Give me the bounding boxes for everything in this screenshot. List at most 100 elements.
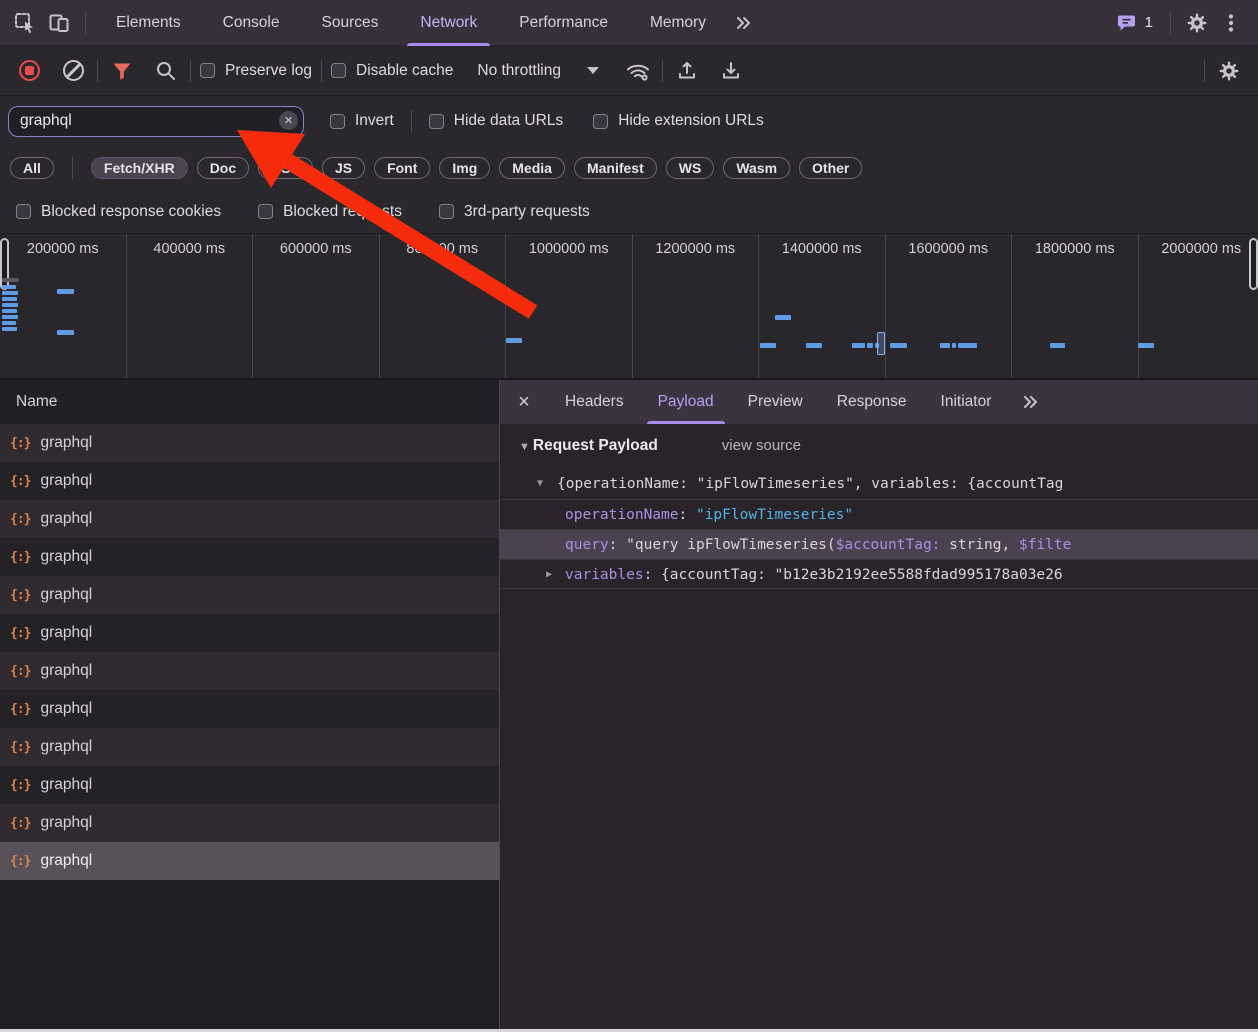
filter-toggle-icon[interactable] xyxy=(107,56,137,86)
overview-left-handle[interactable] xyxy=(0,238,9,290)
panel-tabs: ElementsConsoleSourcesNetworkPerformance… xyxy=(95,0,727,46)
more-detail-tabs-icon[interactable] xyxy=(1014,385,1048,419)
tab-console[interactable]: Console xyxy=(202,0,301,46)
invert-checkbox[interactable]: Invert xyxy=(330,112,394,130)
checkbox-blocked-response-cookies[interactable]: Blocked response cookies xyxy=(16,203,221,221)
fetch-xhr-icon: {:} xyxy=(10,588,30,603)
request-row[interactable]: {:}graphql xyxy=(0,804,499,842)
request-row[interactable]: {:}graphql xyxy=(0,690,499,728)
request-row[interactable]: {:}graphql xyxy=(0,424,499,462)
checkbox-3rd-party-requests[interactable]: 3rd-party requests xyxy=(439,203,590,221)
request-row[interactable]: {:}graphql xyxy=(0,500,499,538)
timeline-ticks: 200000 ms400000 ms600000 ms800000 ms1000… xyxy=(0,234,1258,378)
request-name: graphql xyxy=(40,586,92,604)
detail-tab-payload[interactable]: Payload xyxy=(641,380,731,424)
request-row[interactable]: {:}graphql xyxy=(0,766,499,804)
request-row[interactable]: {:}graphql xyxy=(0,462,499,500)
extra-filters-row: Blocked response cookies Blocked requests… xyxy=(0,190,1258,233)
view-source-link[interactable]: view source xyxy=(722,437,801,454)
timeline-request-bar xyxy=(2,321,16,325)
network-conditions-icon[interactable] xyxy=(623,56,653,86)
chip-css[interactable]: CSS xyxy=(258,157,313,179)
export-har-icon[interactable] xyxy=(716,56,746,86)
tab-sources[interactable]: Sources xyxy=(301,0,400,46)
request-row[interactable]: {:}graphql xyxy=(0,842,499,880)
filter-input-box: × xyxy=(8,106,304,137)
device-toolbar-icon[interactable] xyxy=(42,6,76,40)
overview-right-handle[interactable] xyxy=(1249,238,1258,290)
fetch-xhr-icon: {:} xyxy=(10,512,30,527)
main-tab-bar: ElementsConsoleSourcesNetworkPerformance… xyxy=(0,0,1258,46)
timeline-request-bar xyxy=(2,291,18,295)
search-icon[interactable] xyxy=(151,56,181,86)
detail-tab-response[interactable]: Response xyxy=(820,380,924,424)
timeline-request-bar xyxy=(952,343,956,348)
request-row[interactable]: {:}graphql xyxy=(0,728,499,766)
timeline-request-bar xyxy=(775,315,791,320)
timeline-tick: 200000 ms xyxy=(0,234,127,378)
settings-gear-icon[interactable] xyxy=(1180,6,1214,40)
chip-manifest[interactable]: Manifest xyxy=(574,157,657,179)
request-payload-title: Request Payload xyxy=(533,437,658,455)
issues-button[interactable]: 1 xyxy=(1108,12,1161,34)
hide-data-urls-checkbox[interactable]: Hide data URLs xyxy=(429,112,563,130)
chip-media[interactable]: Media xyxy=(499,157,565,179)
close-detail-icon[interactable]: × xyxy=(500,391,548,414)
detail-tab-initiator[interactable]: Initiator xyxy=(924,380,1009,424)
checkbox-blocked-requests[interactable]: Blocked requests xyxy=(258,203,402,221)
inspect-element-icon[interactable] xyxy=(8,6,42,40)
payload-root-row[interactable]: ▼ {operationName: "ipFlowTimeseries", va… xyxy=(500,469,1258,499)
request-row[interactable]: {:}graphql xyxy=(0,652,499,690)
checkbox-box xyxy=(258,204,273,219)
detail-tab-preview[interactable]: Preview xyxy=(731,380,820,424)
overflow-menu-icon[interactable] xyxy=(1214,6,1248,40)
request-row[interactable]: {:}graphql xyxy=(0,538,499,576)
hide-extension-urls-checkbox[interactable]: Hide extension URLs xyxy=(593,112,764,130)
payload-entry-operationName[interactable]: operationName: "ipFlowTimeseries" xyxy=(500,499,1258,529)
request-row[interactable]: {:} graphql xyxy=(0,576,499,614)
tree-expand-icon[interactable]: ▼ xyxy=(537,469,543,499)
timeline-request-bar xyxy=(2,309,17,313)
tab-performance[interactable]: Performance xyxy=(498,0,629,46)
chip-img[interactable]: Img xyxy=(439,157,490,179)
network-overview-timeline[interactable]: 200000 ms400000 ms600000 ms800000 ms1000… xyxy=(0,233,1258,380)
name-column-header[interactable]: Name xyxy=(0,380,499,424)
tab-network[interactable]: Network xyxy=(399,0,498,46)
fetch-xhr-icon: {:} xyxy=(10,626,30,641)
chip-ws[interactable]: WS xyxy=(666,157,715,179)
timeline-request-bar xyxy=(2,297,17,301)
filter-input[interactable] xyxy=(9,112,303,130)
throttling-select[interactable]: No throttling xyxy=(477,62,599,80)
request-name: graphql xyxy=(40,624,92,642)
tab-memory[interactable]: Memory xyxy=(629,0,727,46)
section-expand-icon[interactable]: ▼ xyxy=(519,441,530,453)
clear-network-log-button[interactable] xyxy=(58,56,88,86)
request-name: graphql xyxy=(40,852,92,870)
request-row[interactable]: {:} graphql xyxy=(0,614,499,652)
import-har-icon[interactable] xyxy=(672,56,702,86)
detail-tab-headers[interactable]: Headers xyxy=(548,380,641,424)
tab-elements[interactable]: Elements xyxy=(95,0,202,46)
payload-entry-query[interactable]: query: "query ipFlowTimeseries($accountT… xyxy=(500,529,1258,559)
timeline-request-bar xyxy=(2,303,18,307)
chip-font[interactable]: Font xyxy=(374,157,430,179)
network-settings-gear-icon[interactable] xyxy=(1214,56,1244,86)
clear-filter-icon[interactable]: × xyxy=(279,111,298,130)
disable-cache-checkbox[interactable]: Disable cache xyxy=(331,62,453,80)
tree-collapsed-icon[interactable]: ▶ xyxy=(546,560,552,589)
divider xyxy=(1170,12,1171,34)
chip-wasm[interactable]: Wasm xyxy=(723,157,790,179)
chip-doc[interactable]: Doc xyxy=(197,157,249,179)
payload-entry-variables[interactable]: ▶variables: {accountTag: "b12e3b2192ee55… xyxy=(500,559,1258,589)
issues-count: 1 xyxy=(1145,14,1153,31)
more-panels-icon[interactable] xyxy=(727,6,761,40)
record-network-log-button[interactable] xyxy=(14,56,44,86)
json-key: operationName xyxy=(565,507,679,523)
timeline-tick: 1000000 ms xyxy=(506,234,633,378)
chip-js[interactable]: JS xyxy=(322,157,365,179)
name-column-label: Name xyxy=(16,393,57,410)
chip-other[interactable]: Other xyxy=(799,157,862,179)
chip-all[interactable]: All xyxy=(10,157,54,179)
preserve-log-checkbox[interactable]: Preserve log xyxy=(200,62,312,80)
chip-fetch-xhr[interactable]: Fetch/XHR xyxy=(91,157,188,179)
